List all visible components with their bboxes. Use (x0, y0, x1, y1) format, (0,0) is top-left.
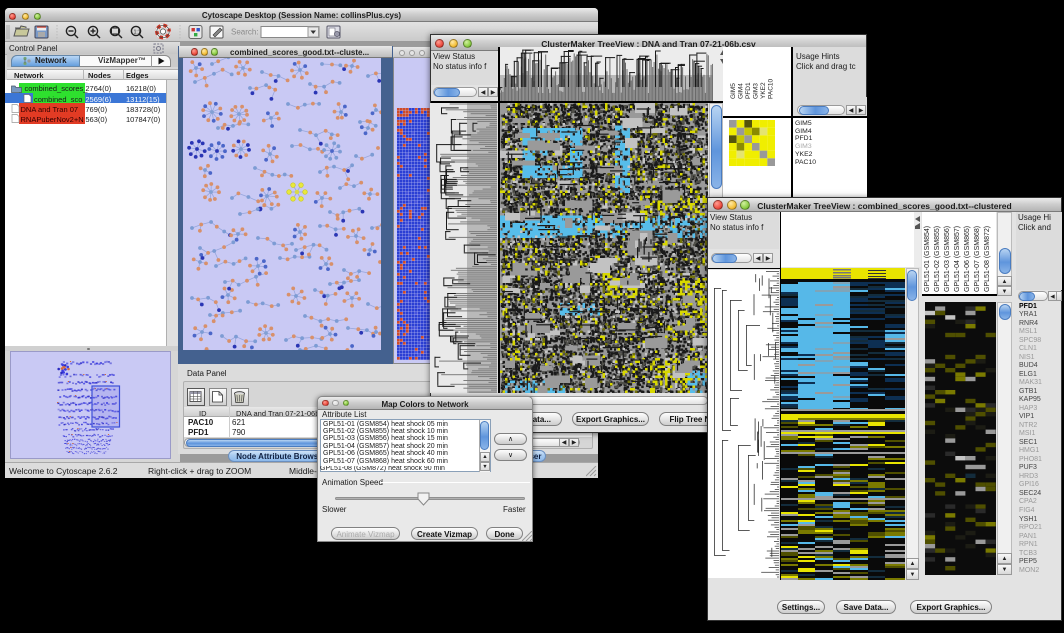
svg-text:Search:: Search: (231, 28, 259, 37)
svg-text:1:1: 1:1 (134, 29, 141, 35)
